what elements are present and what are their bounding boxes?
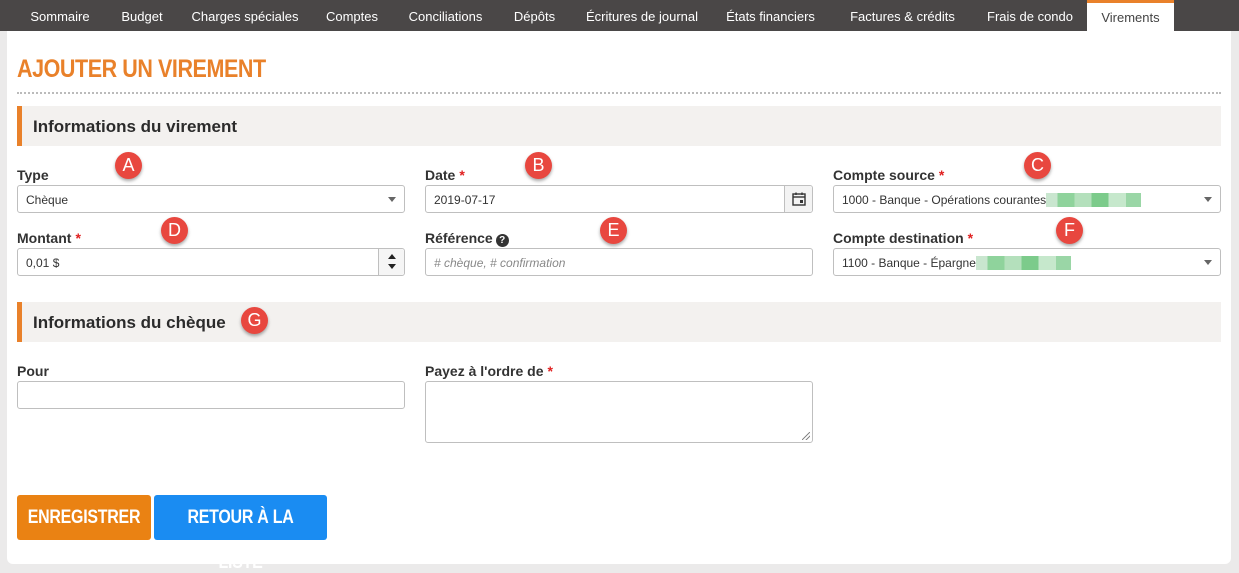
required-asterisk: *: [547, 363, 553, 379]
title-divider: [17, 92, 1221, 94]
pour-input[interactable]: [17, 381, 405, 409]
amount-label: Montant *: [17, 230, 81, 246]
section-title: Informations du chèque: [33, 313, 226, 332]
pour-label: Pour: [17, 363, 49, 379]
save-button[interactable]: ENREGISTRER: [17, 495, 151, 540]
payee-label: Payez à l'ordre de *: [425, 363, 553, 379]
marker-f: F: [1056, 217, 1083, 244]
source-account-value: 1000 - Banque - Opérations courantes: [842, 193, 1142, 207]
tab-etats-financiers[interactable]: États financiers: [713, 0, 828, 31]
section-cheque-info: Informations du chèque: [17, 302, 1221, 342]
tab-conciliations[interactable]: Conciliations: [397, 0, 494, 31]
required-asterisk: *: [75, 230, 81, 246]
tab-virements[interactable]: Virements: [1087, 0, 1174, 31]
section-title: Informations du virement: [33, 117, 238, 136]
resize-handle-icon[interactable]: [802, 432, 810, 440]
amount-input[interactable]: 0,01 $: [17, 248, 405, 276]
source-account-select[interactable]: 1000 - Banque - Opérations courantes: [833, 185, 1221, 213]
amount-stepper[interactable]: [378, 249, 404, 275]
marker-d: D: [161, 217, 188, 244]
amount-value: 0,01 $: [26, 256, 60, 270]
date-value: 2019-07-17: [434, 193, 496, 207]
date-label: Date *: [425, 167, 465, 183]
help-icon[interactable]: ?: [495, 234, 509, 247]
destination-account-label: Compte destination *: [833, 230, 974, 246]
type-select[interactable]: Chèque: [17, 185, 405, 213]
required-asterisk: *: [967, 230, 974, 246]
stepper-down-icon[interactable]: [388, 264, 396, 269]
destination-account-value: 1100 - Banque - Épargne: [842, 256, 1071, 270]
marker-g: G: [241, 307, 268, 334]
top-nav: Sommaire Budget Charges spéciales Compte…: [0, 0, 1239, 31]
date-input[interactable]: 2019-07-17: [425, 185, 813, 213]
tab-frais-de-condo[interactable]: Frais de condo: [977, 0, 1083, 31]
tab-budget[interactable]: Budget: [105, 0, 179, 31]
section-transfer-info: Informations du virement: [17, 106, 1221, 146]
page-title: AJOUTER UN VIREMENT: [17, 55, 266, 83]
tab-factures-credits[interactable]: Factures & crédits: [832, 0, 973, 31]
type-label: Type: [17, 167, 49, 183]
stepper-up-icon[interactable]: [388, 254, 396, 259]
redacted-area: [1046, 193, 1142, 207]
marker-a: A: [115, 152, 142, 179]
calendar-button[interactable]: [784, 186, 812, 212]
type-value: Chèque: [26, 193, 69, 207]
chevron-down-icon: [1204, 197, 1212, 202]
tab-charges-speciales[interactable]: Charges spéciales: [183, 0, 307, 31]
reference-label: Référence?: [425, 230, 509, 247]
marker-c: C: [1024, 152, 1051, 179]
destination-account-select[interactable]: 1100 - Banque - Épargne: [833, 248, 1221, 276]
redacted-area: [975, 256, 1071, 270]
calendar-icon: [792, 192, 806, 206]
tab-comptes[interactable]: Comptes: [311, 0, 393, 31]
chevron-down-icon: [1204, 260, 1212, 265]
required-asterisk: *: [938, 167, 945, 183]
payee-textarea[interactable]: [425, 381, 813, 443]
tab-ecritures-de-journal[interactable]: Écritures de journal: [575, 0, 709, 31]
tab-depots[interactable]: Dépôts: [498, 0, 571, 31]
marker-e: E: [600, 217, 627, 244]
source-account-label: Compte source *: [833, 167, 945, 183]
back-to-list-button[interactable]: RETOUR À LA LISTE: [154, 495, 327, 573]
marker-b: B: [525, 152, 552, 179]
chevron-down-icon: [388, 197, 396, 202]
required-asterisk: *: [459, 167, 465, 183]
reference-placeholder: # chèque, # confirmation: [434, 256, 566, 270]
reference-input[interactable]: # chèque, # confirmation: [425, 248, 813, 276]
tab-sommaire[interactable]: Sommaire: [19, 0, 101, 31]
